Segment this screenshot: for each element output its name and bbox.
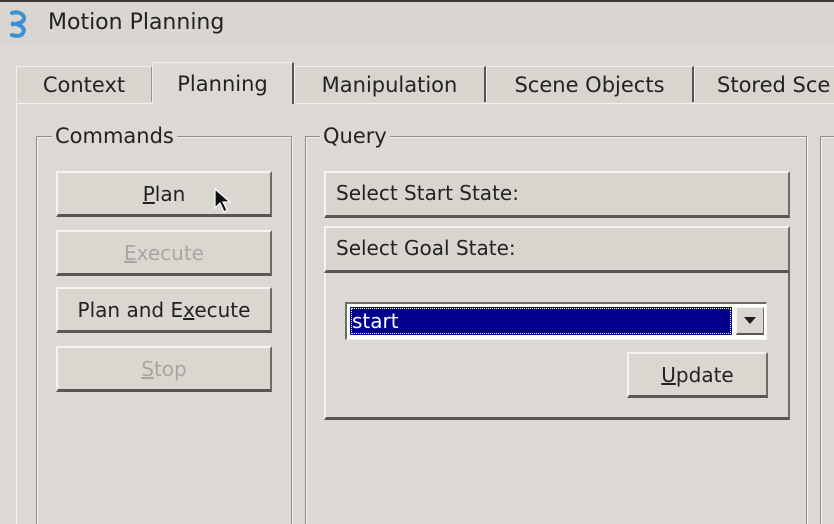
update-button[interactable]: Update [627,352,768,398]
goal-state-combobox[interactable]: start [345,302,767,340]
plan-label-after: lan [154,181,186,206]
query-group-title: Query [320,122,390,150]
tab-bar: Context Planning Manipulation Scene Obje… [0,62,834,104]
tab-manipulation[interactable]: Manipulation [294,66,486,102]
third-group-partial [820,136,834,524]
tab-context[interactable]: Context [16,66,152,102]
mouse-cursor-icon [214,188,232,213]
tab-scene-objects[interactable]: Scene Objects [486,66,694,102]
stop-button[interactable]: Stop [56,346,272,392]
execute-button[interactable]: Execute [56,230,272,276]
execute-label-after: xecute [136,240,204,265]
commands-group-title: Commands [52,122,177,150]
stop-mnemonic: S [141,356,154,381]
plan-and-execute-label-before: Plan and E [77,297,184,322]
motion-planning-window: Motion Planning Context Planning Manipul… [0,0,834,524]
update-mnemonic: U [661,362,676,387]
update-label-after: pdate [675,362,734,387]
tab-stored-scenes[interactable]: Stored Sce [694,66,834,102]
rviz-icon [8,10,34,38]
tab-planning[interactable]: Planning [152,62,294,104]
combobox-dropdown-button[interactable] [736,307,764,335]
select-goal-state-header[interactable]: Select Goal State: [324,226,790,273]
plan-button[interactable]: Plan [56,171,272,217]
execute-mnemonic: E [124,240,137,265]
goal-state-selected-value: start [350,307,732,335]
window-title: Motion Planning [48,10,225,35]
plan-and-execute-mnemonic: x [183,297,195,322]
title-bar[interactable]: Motion Planning [0,2,834,42]
select-start-state-header[interactable]: Select Start State: [324,171,790,218]
plan-and-execute-label-after: ecute [194,297,251,322]
chevron-down-icon [744,317,756,324]
plan-and-execute-button[interactable]: Plan and Execute [56,287,272,333]
stop-label-after: top [153,356,187,381]
plan-mnemonic: P [142,181,155,206]
